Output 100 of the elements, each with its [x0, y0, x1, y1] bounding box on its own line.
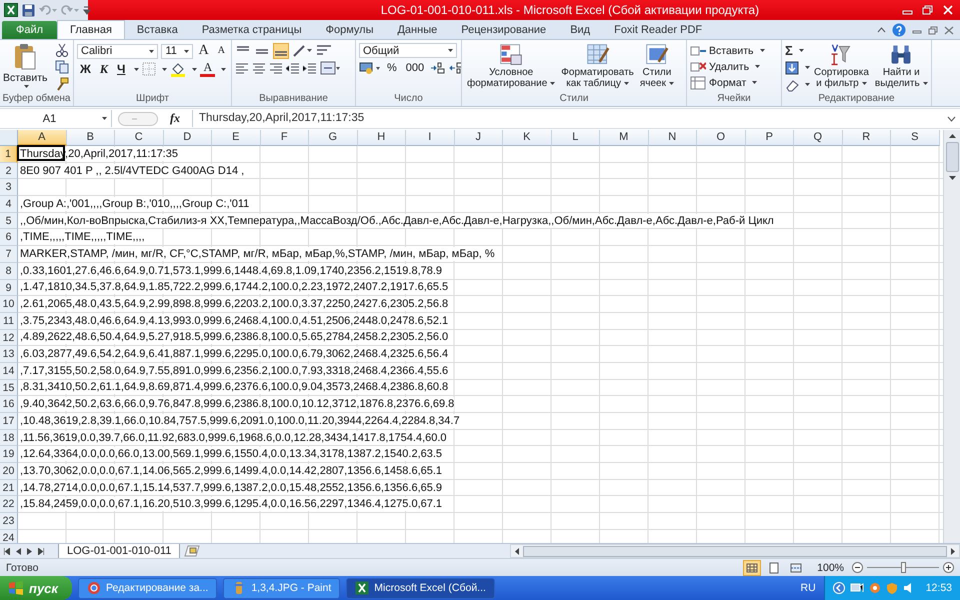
- delete-cells-button[interactable]: Удалить: [690, 59, 765, 74]
- thousands-button[interactable]: 000: [402, 60, 428, 76]
- row-header[interactable]: 16: [0, 396, 18, 413]
- fill-color-icon[interactable]: [170, 62, 186, 76]
- decrease-decimal-icon[interactable]: [449, 61, 461, 75]
- caret-icon[interactable]: [798, 49, 804, 52]
- format-painter-icon[interactable]: [54, 77, 69, 91]
- row-header[interactable]: 18: [0, 430, 18, 446]
- cell-text[interactable]: 8E0 907 401 P ,, 2.5l/4VTEDC G400AG D14 ,: [18, 164, 244, 178]
- network-icon[interactable]: [850, 582, 864, 594]
- cell-text[interactable]: ,1.47,1810,34.5,37.8,64.9,1.85,722.2,999.6,1744.2,100.0,2.23,1972,2407.2,1917.6,65.5: [18, 280, 448, 294]
- name-box[interactable]: A1: [0, 110, 112, 127]
- restore-icon[interactable]: [928, 26, 938, 34]
- cell-text[interactable]: ,12.64,3364,0.0,0.0,66.0,13.00,569.1,999.6,1550.4,0.0,13.34,3178,1387.2,1540.2,63.5: [18, 447, 442, 462]
- decrease-font-button[interactable]: A: [214, 43, 228, 59]
- cell-text[interactable]: ,Group A:,'001,,,,Group B:,'010,,,,Group C:,'011: [18, 196, 250, 211]
- cell-text[interactable]: ,11.56,3619,0.0,39.7,66.0,11.92,683.0,999.6,1968.6,0.0,12.28,3434,1417.8,1754.4,60.0: [18, 430, 447, 445]
- row-header[interactable]: 19: [0, 446, 18, 464]
- format-cells-button[interactable]: Формат: [690, 75, 765, 90]
- format-as-table-button[interactable]: Форматировать как таблицу: [559, 43, 636, 93]
- ribbon-tab[interactable]: Разметка страницы: [190, 21, 314, 39]
- column-header[interactable]: J: [454, 130, 503, 146]
- autosum-button[interactable]: Σ: [785, 43, 810, 58]
- underline-button[interactable]: Ч: [114, 61, 128, 77]
- column-header[interactable]: H: [358, 130, 406, 146]
- cut-icon[interactable]: [54, 43, 69, 57]
- column-header[interactable]: Q: [794, 130, 842, 146]
- row-header[interactable]: 9: [0, 280, 18, 296]
- zoom-out-icon[interactable]: [852, 562, 863, 573]
- zoom-level[interactable]: 100%: [817, 562, 844, 574]
- row-header[interactable]: 24: [0, 530, 18, 543]
- excel-logo-icon[interactable]: [4, 3, 18, 17]
- row-header[interactable]: 12: [0, 330, 18, 346]
- orientation-icon[interactable]: [292, 44, 312, 58]
- caret-icon[interactable]: [669, 82, 674, 85]
- zoom-slider[interactable]: [901, 562, 906, 573]
- column-header[interactable]: G: [309, 130, 358, 146]
- column-header[interactable]: L: [552, 130, 600, 146]
- row-header[interactable]: 22: [0, 496, 18, 514]
- ribbon-tab[interactable]: Главная: [57, 20, 125, 39]
- cell-text[interactable]: ,8.31,3410,50.2,61.1,64.9,8.69,871.4,999.6,2376.6,100.0,9.04,3573,2468.4,2386.8,60.8: [18, 380, 448, 394]
- row-header[interactable]: 10: [0, 296, 18, 313]
- currency-icon[interactable]: [359, 61, 381, 75]
- sheet-tab[interactable]: LOG-01-001-010-011: [58, 544, 180, 558]
- cell-text[interactable]: ,TIME,,,,,TIME,,,,,TIME,,,,: [18, 230, 145, 244]
- language-indicator[interactable]: RU: [800, 582, 816, 594]
- normal-view-button[interactable]: [743, 560, 762, 576]
- caret-icon[interactable]: [862, 82, 867, 85]
- italic-button[interactable]: К: [96, 61, 111, 77]
- first-sheet-icon[interactable]: [4, 548, 10, 554]
- help-icon[interactable]: [892, 23, 906, 37]
- align-center-icon[interactable]: [252, 62, 266, 74]
- scroll-thumb[interactable]: [946, 142, 958, 172]
- ribbon-tab[interactable]: Вставка: [124, 21, 190, 39]
- fill-button[interactable]: [785, 60, 810, 75]
- column-header[interactable]: K: [503, 130, 552, 146]
- increase-indent-icon[interactable]: [303, 62, 317, 74]
- column-header[interactable]: O: [697, 130, 746, 146]
- caret-icon[interactable]: [221, 68, 226, 70]
- cell-text[interactable]: ,2.61,2065,48.0,43.5,64.9,2.99,898.8,999.6,2203.2,100.0,3.37,2250,2427.6,2305.2,56.8: [18, 297, 448, 312]
- ribbon-tab[interactable]: Рецензирование: [449, 21, 558, 39]
- start-button[interactable]: пуск: [0, 576, 72, 600]
- taskbar-button[interactable]: Microsoft Excel (Сбой...: [346, 578, 495, 598]
- close-icon[interactable]: [944, 26, 954, 34]
- cell-text[interactable]: ,3.75,2343,48.0,46.6,64.9,4.13,993.0,999.6,2468.4,100.0,4.51,2506,2448.0,2478.6,52.1: [18, 314, 448, 328]
- row-header[interactable]: 15: [0, 380, 18, 396]
- caret-icon[interactable]: [624, 82, 629, 85]
- number-format-field[interactable]: Общий: [359, 43, 457, 58]
- cell-text[interactable]: ,4.89,2622,48.6,50.4,64.9,5.27,918.5,999.6,2386.8,100.0,5.65,2784,2458.2,2305.2,56.0: [18, 330, 448, 344]
- insert-sheet-icon[interactable]: [184, 545, 200, 557]
- cell-text[interactable]: ,9.40,3642,50.2,63.6,66.0,9.76,847.8,999.6,2386.8,100.0,10.12,3712,1876.8,2376.6,69.8: [18, 397, 454, 412]
- sort-filter-button[interactable]: Сортировка и фильтр: [812, 43, 871, 93]
- align-left-icon[interactable]: [235, 62, 249, 74]
- caret-icon[interactable]: [24, 85, 30, 88]
- increase-font-button[interactable]: A: [196, 43, 212, 59]
- formula-field[interactable]: Thursday,20,April,2017,11:17:35: [192, 110, 941, 127]
- horizontal-scrollbar[interactable]: [510, 544, 960, 558]
- font-size-field[interactable]: 11: [161, 44, 193, 58]
- caret-icon[interactable]: [922, 82, 928, 85]
- vertical-scrollbar[interactable]: [943, 130, 960, 543]
- file-tab[interactable]: Файл: [2, 21, 58, 39]
- row-header[interactable]: 7: [0, 246, 18, 263]
- column-header[interactable]: P: [746, 130, 794, 146]
- scroll-thumb[interactable]: [523, 546, 947, 556]
- row-header[interactable]: 23: [0, 513, 18, 530]
- column-header[interactable]: S: [891, 130, 940, 146]
- row-header[interactable]: 5: [0, 212, 18, 230]
- caret-icon[interactable]: [760, 49, 765, 52]
- copy-icon[interactable]: [54, 60, 69, 74]
- customize-icon[interactable]: [83, 5, 91, 15]
- column-header[interactable]: A: [18, 130, 66, 146]
- column-header[interactable]: I: [406, 130, 454, 146]
- previous-sheet-icon[interactable]: [16, 548, 21, 554]
- align-bottom-button[interactable]: [273, 43, 289, 59]
- bold-button[interactable]: Ж: [77, 61, 94, 77]
- caret-icon[interactable]: [134, 68, 140, 70]
- expand-icon[interactable]: [947, 116, 956, 122]
- cell-text[interactable]: MARKER,STAMP, /мин, мг/R, CF,°C,STAMP, мг/R, мБар, мБар,%,STAMP, /мин, мБар, мБар, %: [18, 246, 495, 261]
- row-header[interactable]: 11: [0, 312, 18, 330]
- last-sheet-icon[interactable]: [38, 548, 44, 554]
